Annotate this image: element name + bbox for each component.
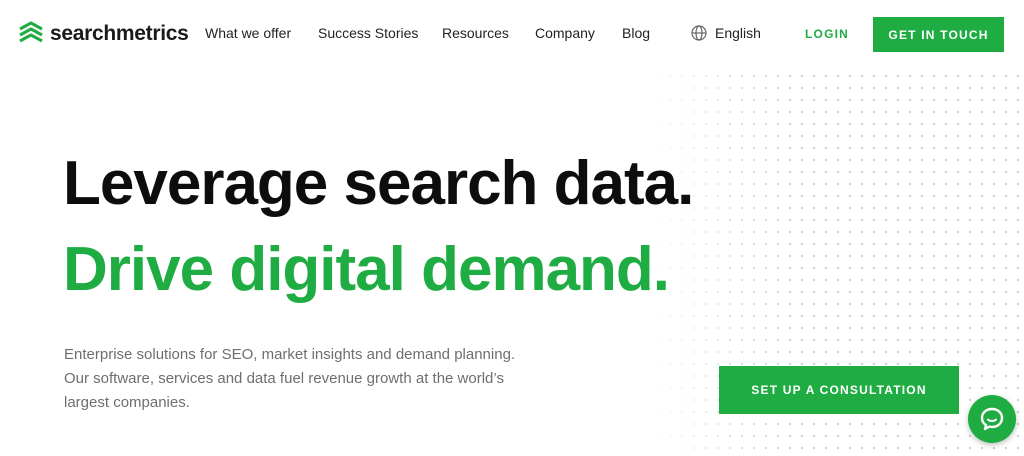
- get-in-touch-button[interactable]: GET IN TOUCH: [873, 17, 1004, 52]
- set-up-consultation-button[interactable]: SET UP A CONSULTATION: [719, 366, 959, 414]
- nav-item-success-stories[interactable]: Success Stories: [318, 25, 418, 41]
- searchmetrics-logo-icon: [19, 21, 43, 43]
- globe-icon: [691, 25, 707, 41]
- hero-subline: Drive digital demand.: [63, 235, 670, 304]
- nav-item-resources[interactable]: Resources: [442, 25, 509, 41]
- login-link[interactable]: LOGIN: [805, 27, 849, 41]
- brand-name: searchmetrics: [50, 22, 189, 45]
- chat-widget-button[interactable]: [968, 395, 1016, 443]
- brand-logo[interactable]: searchmetrics: [18, 20, 189, 48]
- language-selector[interactable]: English: [691, 25, 761, 41]
- hero-headline: Leverage search data.: [63, 149, 694, 218]
- top-navigation: searchmetrics What we offer Success Stor…: [0, 0, 1024, 68]
- chat-bubble-icon: [980, 407, 1004, 431]
- language-label: English: [715, 25, 761, 41]
- nav-item-what-we-offer[interactable]: What we offer: [205, 25, 291, 41]
- hero-description: Enterprise solutions for SEO, market ins…: [64, 346, 516, 411]
- nav-item-company[interactable]: Company: [535, 25, 595, 41]
- nav-item-blog[interactable]: Blog: [622, 25, 650, 41]
